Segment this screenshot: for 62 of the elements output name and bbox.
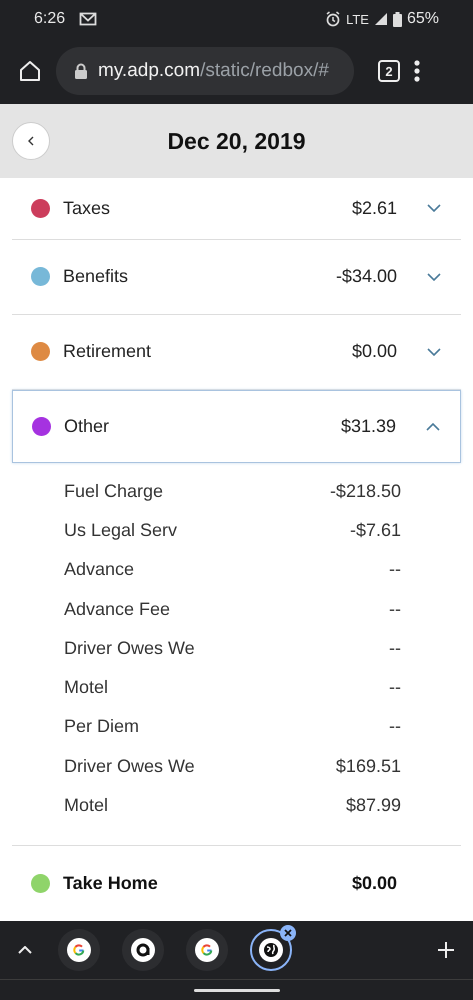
chevron-down-icon — [427, 272, 441, 281]
category-row[interactable]: Benefits -$34.00 — [12, 240, 461, 315]
url-path: /static/redbox/# — [200, 60, 329, 81]
tab-button[interactable] — [122, 929, 164, 971]
line-item-amount: -- — [389, 638, 401, 659]
line-item-name: Fuel Charge — [64, 480, 164, 502]
line-item-amount: $87.99 — [346, 794, 401, 816]
alarm-icon — [325, 11, 342, 27]
page-title: Dec 20, 2019 — [166, 128, 307, 154]
gesture-bar[interactable] — [194, 988, 280, 992]
chevron-down-icon — [427, 204, 441, 212]
lock-icon — [74, 63, 88, 79]
line-item-amount: -- — [389, 716, 401, 738]
network-label: LTE — [346, 12, 369, 26]
line-item-name: Motel — [64, 794, 108, 816]
chevron-up-icon — [18, 946, 32, 954]
line-item-name: Advance — [64, 559, 134, 580]
line-item-name: Advance Fee — [64, 598, 170, 620]
category-name: Retirement — [63, 341, 152, 362]
line-item-name: Driver Owes We — [64, 638, 195, 659]
mail-icon — [79, 12, 98, 26]
category-name: Benefits — [63, 266, 130, 288]
category-amount: $2.61 — [352, 198, 397, 219]
line-item-amount: -- — [389, 559, 401, 580]
google-logo-icon — [195, 938, 219, 962]
plus-icon — [437, 941, 455, 959]
tab-button[interactable] — [186, 929, 228, 971]
tab-button[interactable] — [58, 929, 100, 971]
category-name: Other — [64, 416, 110, 438]
battery-icon — [392, 12, 402, 26]
tab-count-button[interactable]: 2 — [378, 60, 400, 82]
line-item-name: Us Legal Serv — [64, 520, 178, 541]
category-amount: $31.39 — [340, 416, 396, 438]
line-item-amount: -$7.61 — [350, 520, 401, 541]
line-item-name: Per Diem — [64, 716, 140, 738]
chevron-up-icon — [426, 422, 440, 431]
line-item-name: Driver Owes We — [64, 756, 195, 777]
total-amount: $0.00 — [352, 873, 397, 894]
menu-icon — [414, 60, 420, 82]
category-row[interactable]: Retirement $0.00 — [12, 314, 461, 390]
line-item-amount: -- — [389, 677, 401, 698]
close-icon[interactable] — [280, 925, 296, 941]
category-amount: $0.00 — [352, 341, 397, 362]
clock-time: 6:26 — [34, 10, 66, 28]
battery-percent: 65% — [406, 10, 439, 28]
category-row[interactable]: Other $31.39 — [12, 390, 461, 464]
address-bar[interactable]: my.adp.com/static/redbox/# — [56, 47, 354, 95]
home-icon — [18, 59, 42, 83]
letter-logo-icon — [131, 938, 155, 962]
category-row[interactable]: Taxes $2.61 — [12, 178, 461, 240]
line-item-name: Motel — [64, 677, 108, 698]
total-label: Take Home — [63, 873, 159, 894]
category-name: Taxes — [63, 198, 112, 219]
url-host: my.adp.com — [98, 60, 200, 81]
line-item-amount: $169.51 — [336, 756, 401, 777]
chevron-left-icon — [28, 136, 34, 146]
line-item-amount: -$218.50 — [330, 480, 401, 502]
google-logo-icon — [67, 938, 91, 962]
signal-icon — [374, 12, 388, 26]
line-item-amount: -- — [389, 598, 401, 620]
category-amount: -$34.00 — [336, 266, 397, 288]
chevron-down-icon — [427, 348, 441, 356]
